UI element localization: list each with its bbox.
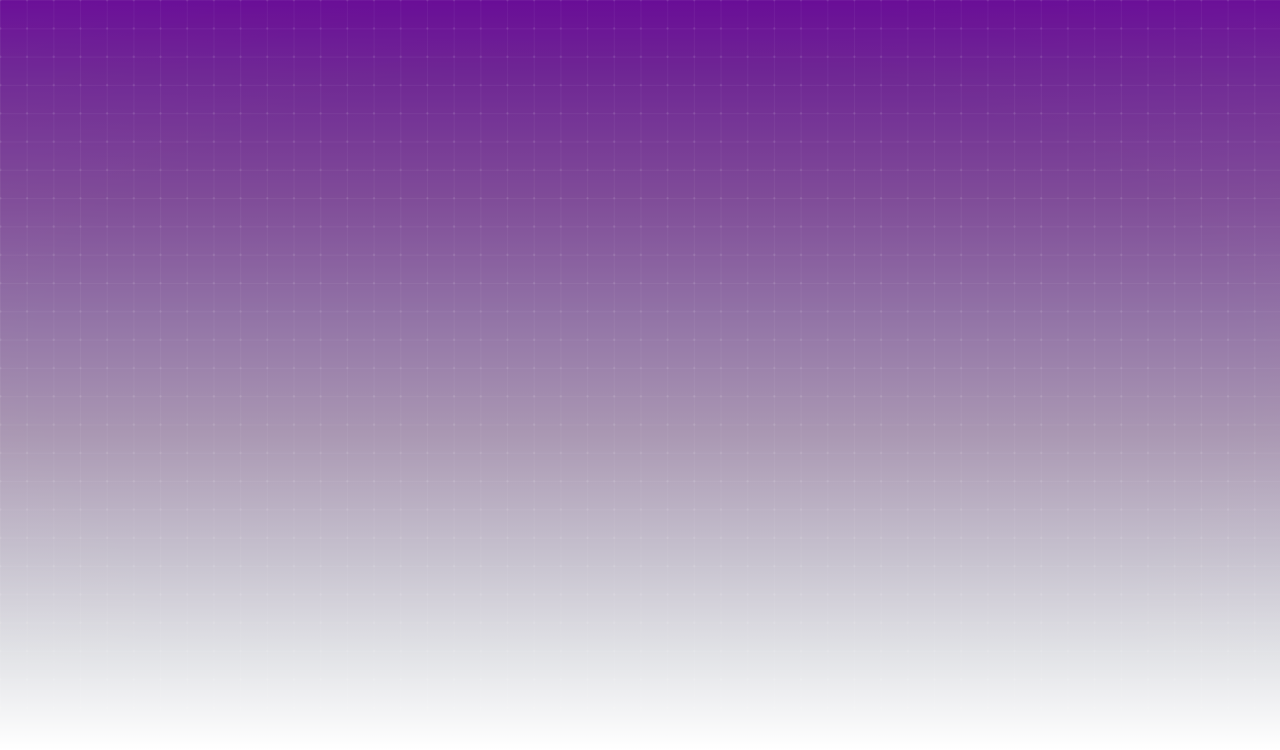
background-fade-overlay [0,0,1280,750]
